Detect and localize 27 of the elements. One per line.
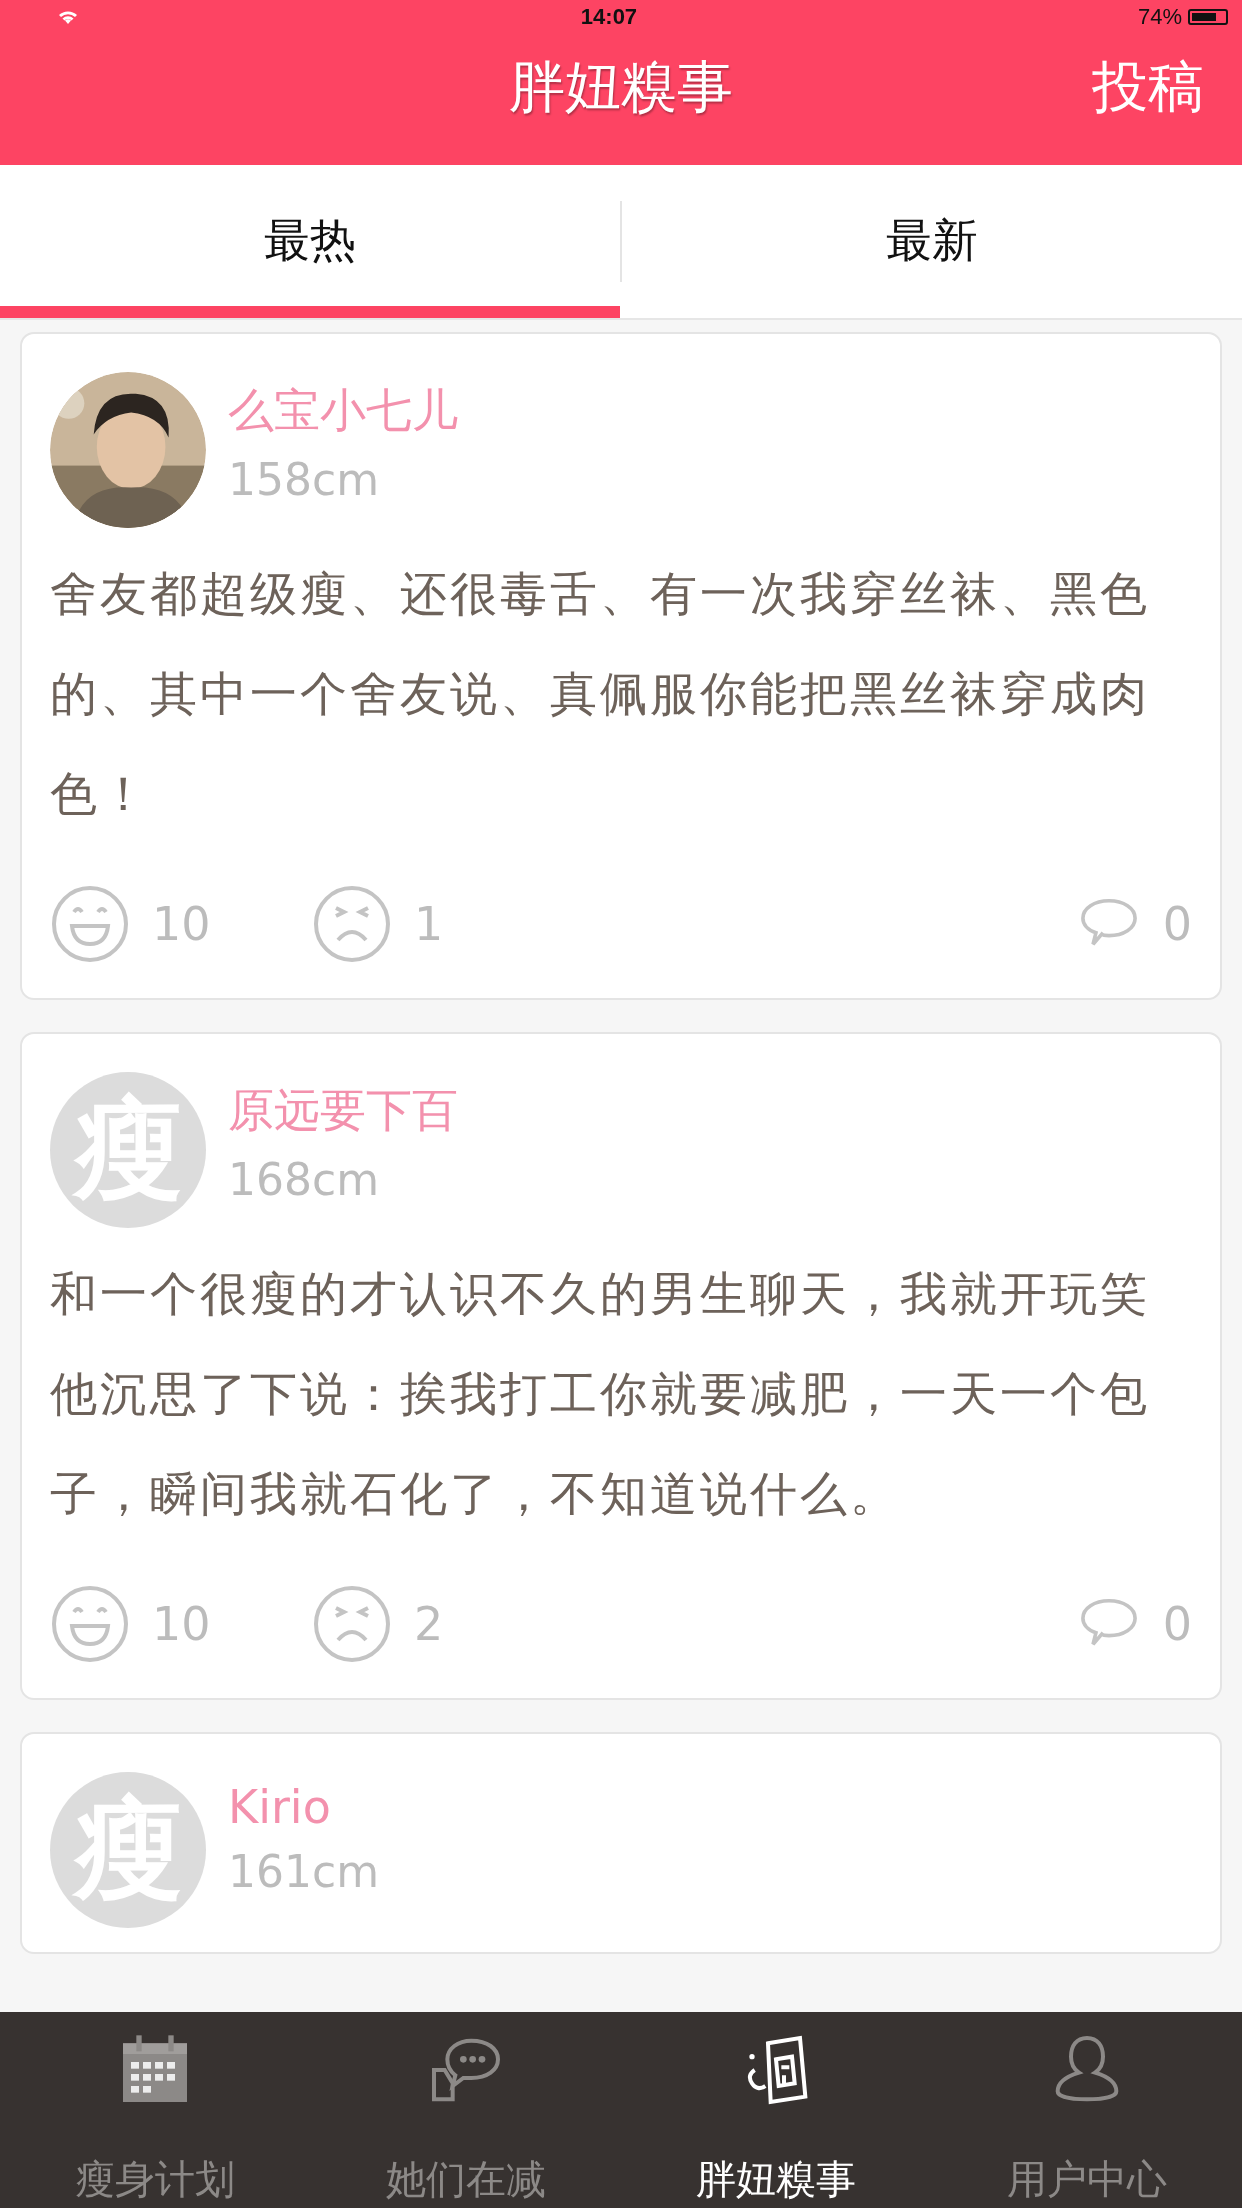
submit-button[interactable]: 投稿 bbox=[1092, 50, 1204, 126]
user-height: 161cm bbox=[228, 1846, 380, 1897]
laugh-icon[interactable] bbox=[50, 884, 130, 964]
nav-tab[interactable]: 胖妞糗事 bbox=[621, 2012, 932, 2208]
post-text: 和一个很瘦的才认识不久的男生聊天，我就开玩笑他沉思了下说：挨我打工你就要减肥，一天一个包子，瞬间我就石化了，不知道说什么。 bbox=[50, 1265, 1151, 1523]
nav-tab[interactable]: 她们在减 bbox=[310, 2012, 621, 2208]
comment-count: 0 bbox=[1162, 1597, 1192, 1651]
like-count: 10 bbox=[152, 897, 212, 951]
user-height: 168cm bbox=[228, 1154, 381, 1205]
page-title: 胖妞糗事 bbox=[509, 52, 733, 121]
sad-face-icon[interactable] bbox=[312, 1584, 392, 1664]
sad-face-icon[interactable] bbox=[312, 884, 392, 964]
battery-percent: 74% bbox=[1137, 4, 1182, 30]
battery-icon bbox=[1188, 9, 1228, 25]
user-name[interactable]: 么宝小七儿 bbox=[228, 380, 458, 442]
nav-tab[interactable]: 瘦身计划 bbox=[0, 2012, 311, 2208]
dislike-count: 2 bbox=[414, 1597, 445, 1651]
user-name[interactable]: Kirio bbox=[228, 1780, 380, 1834]
status-time: 14:07 bbox=[580, 4, 638, 30]
dislike-count: 1 bbox=[414, 897, 445, 951]
like-count: 10 bbox=[152, 1597, 212, 1651]
comment-count: 0 bbox=[1162, 897, 1192, 951]
nav-tab[interactable]: 用户中心 bbox=[931, 2012, 1242, 2208]
laugh-icon[interactable] bbox=[50, 1584, 130, 1664]
user-height: 158cm bbox=[228, 454, 381, 505]
user-name[interactable]: 原远要下百 bbox=[228, 1080, 458, 1142]
post-text: 舍友都超级瘦、还很毒舌、有一次我穿丝袜、黑色的、其中一个舍友说、真佩服你能把黑丝袜穿成肉色！ bbox=[50, 565, 1151, 823]
